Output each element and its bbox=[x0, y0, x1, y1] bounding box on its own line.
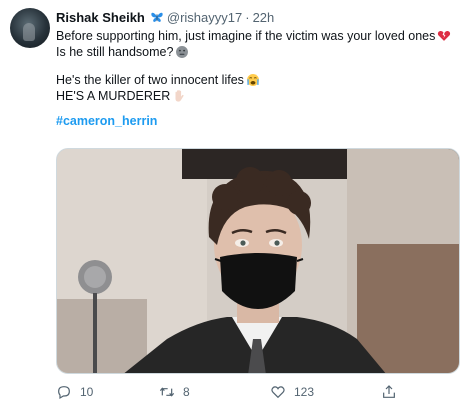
tweet-actions: 10 8 123 bbox=[56, 382, 460, 402]
tweet-line: He's the killer of two innocent lifes bbox=[56, 72, 463, 88]
tweet-line-text: He's the killer of two innocent lifes bbox=[56, 73, 244, 87]
neutral-face-icon bbox=[176, 46, 189, 58]
heart-icon bbox=[271, 386, 285, 399]
tweet-media-photo[interactable] bbox=[56, 148, 460, 374]
tweet-line: HE'S A MURDERER bbox=[56, 88, 463, 104]
tweet-content: Rishak Sheikh @rishayyy17 · 22h Before s… bbox=[56, 8, 463, 130]
share-icon bbox=[383, 385, 395, 398]
author-name[interactable]: Rishak Sheikh bbox=[56, 10, 145, 25]
avatar-figure bbox=[23, 23, 35, 41]
tweet-text: Before supporting him, just imagine if t… bbox=[56, 28, 463, 104]
tweet-line: Is he still handsome? bbox=[56, 44, 463, 60]
butterfly-icon bbox=[151, 12, 163, 22]
retweet-count: 8 bbox=[183, 385, 190, 399]
raised-hand-icon bbox=[175, 90, 184, 102]
like-button[interactable]: 123 bbox=[270, 382, 314, 402]
share-button[interactable] bbox=[381, 382, 397, 402]
tweet-line-text: HE'S A MURDERER bbox=[56, 89, 171, 103]
retweet-icon bbox=[159, 387, 175, 397]
like-count: 123 bbox=[294, 385, 315, 399]
reply-button[interactable]: 10 bbox=[56, 382, 93, 402]
tweet-line: Before supporting him, just imagine if t… bbox=[56, 28, 463, 44]
retweet-button[interactable]: 8 bbox=[159, 382, 190, 402]
reply-count: 10 bbox=[80, 385, 94, 399]
tweet-line-text: Is he still handsome? bbox=[56, 45, 174, 59]
reply-icon bbox=[58, 386, 70, 400]
photo-illustration bbox=[57, 149, 459, 373]
separator-dot: · bbox=[245, 9, 250, 25]
avatar[interactable] bbox=[10, 8, 50, 48]
author-handle[interactable]: @rishayyy17 bbox=[167, 10, 242, 25]
tweet-header: Rishak Sheikh @rishayyy17 · 22h bbox=[56, 8, 463, 26]
tweet-line-text: Before supporting him, just imagine if t… bbox=[56, 29, 436, 43]
tweet-time[interactable]: 22h bbox=[253, 10, 275, 25]
crying-face-icon bbox=[246, 74, 259, 86]
tweet-card[interactable]: Rishak Sheikh @rishayyy17 · 22h Before s… bbox=[0, 0, 475, 409]
broken-heart-icon bbox=[438, 30, 451, 41]
hashtag-link[interactable]: #cameron_herrin bbox=[56, 114, 463, 130]
